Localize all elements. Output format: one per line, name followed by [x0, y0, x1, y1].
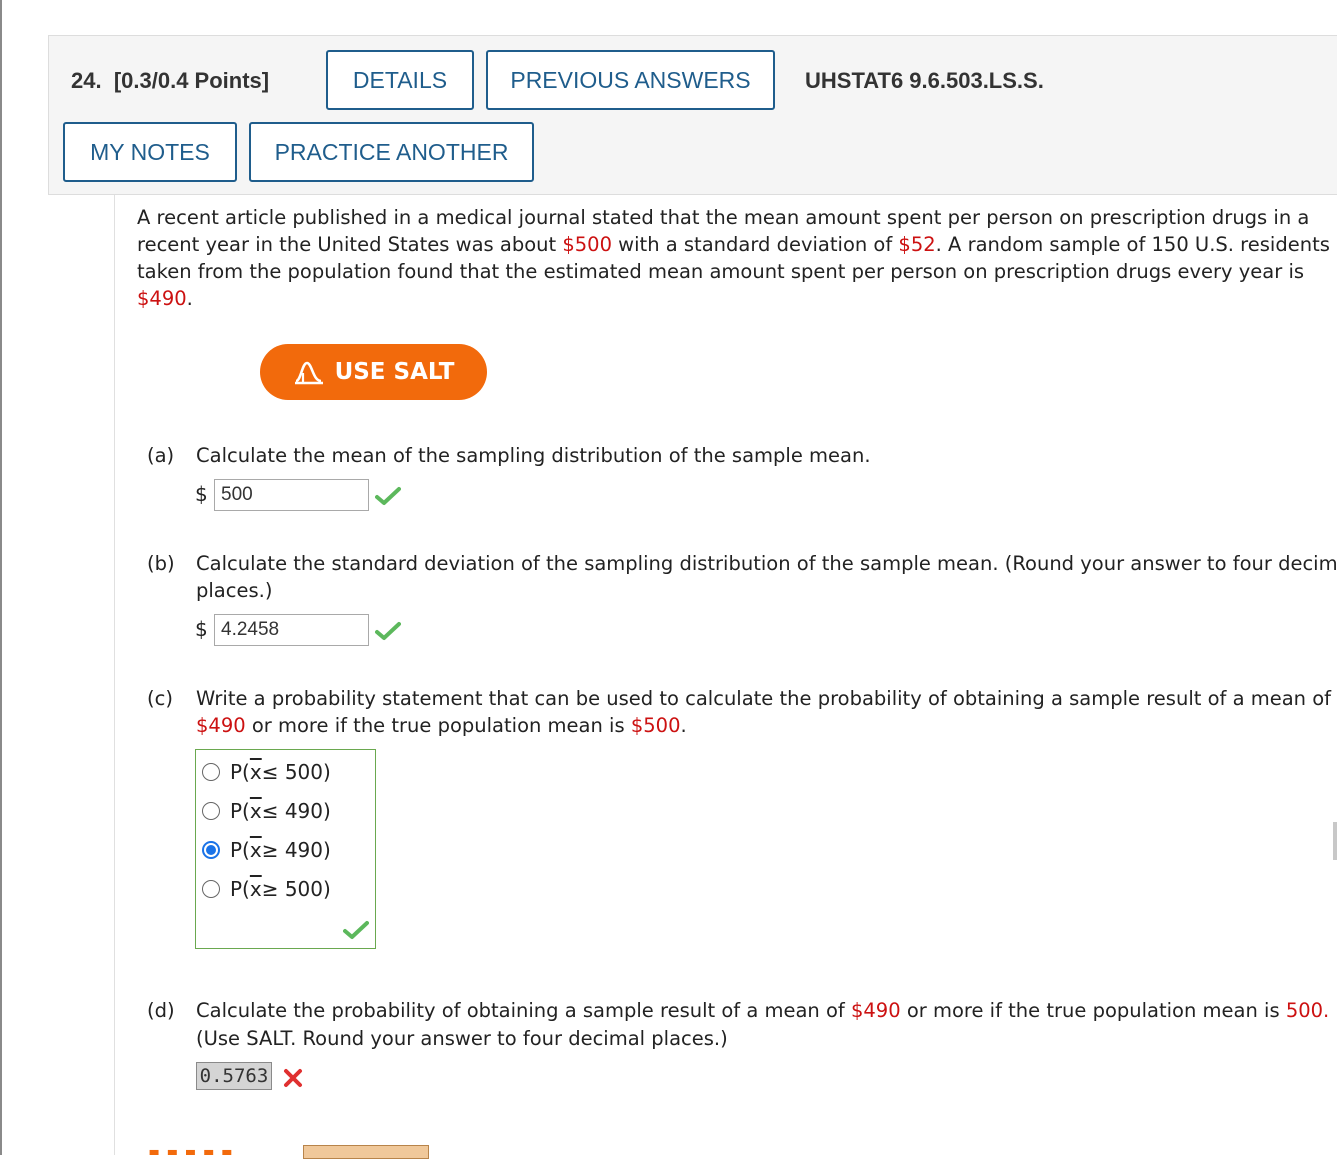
- my-notes-button[interactable]: MY NOTES: [63, 122, 237, 182]
- details-button[interactable]: DETAILS: [326, 50, 474, 110]
- part-a-label: (a): [147, 444, 175, 467]
- part-d-label: (d): [147, 999, 175, 1022]
- problem-code: UHSTAT6 9.6.503.LS.S.: [805, 68, 1044, 93]
- part-b-answer-input[interactable]: [214, 614, 369, 646]
- radio-button[interactable]: [202, 763, 220, 781]
- part-c-label: (c): [147, 687, 173, 710]
- salt-curve-icon: [294, 361, 323, 385]
- part-d-question-line1: Calculate the probability of obtaining a…: [196, 999, 1330, 1022]
- part-b-question-line2: places.): [196, 579, 273, 602]
- part-a-answer-input[interactable]: [214, 479, 369, 511]
- part-b-correct-check-icon: [375, 622, 401, 640]
- practice-another-button[interactable]: PRACTICE ANOTHER: [249, 122, 534, 182]
- part-c-option-3[interactable]: P(x ≥ 490): [202, 838, 331, 862]
- content-divider: [114, 195, 115, 1155]
- part-c-option-1[interactable]: P(x ≤ 500): [202, 760, 331, 784]
- part-c-question-line2: $490 or more if the true population mean…: [196, 714, 687, 737]
- sample-mean-value: $490: [137, 287, 187, 310]
- question-number: 24. [0.3/0.4 Points]: [71, 68, 270, 93]
- part-a-correct-check-icon: [375, 487, 401, 505]
- mean-value: $500: [562, 233, 612, 256]
- part-d-answer: 0.5763: [196, 1062, 272, 1090]
- radio-button-selected[interactable]: [202, 841, 220, 859]
- points-label: [0.3/0.4 Points]: [113, 68, 270, 93]
- part-a-question: Calculate the mean of the sampling distr…: [196, 444, 871, 467]
- use-salt-button[interactable]: USE SALT: [260, 344, 487, 400]
- question-header: 24. [0.3/0.4 Points] DETAILS PREVIOUS AN…: [48, 35, 1337, 195]
- radio-button[interactable]: [202, 802, 220, 820]
- left-border: [0, 0, 2, 1155]
- part-b-question-line1: Calculate the standard deviation of the …: [196, 552, 1337, 575]
- scrollbar-thumb[interactable]: [1333, 822, 1337, 860]
- part-a-currency: $: [195, 482, 208, 506]
- sd-value: $52: [898, 233, 936, 256]
- need-help-label-cutoff: ▪▪▪▪▪: [148, 1143, 239, 1155]
- problem-statement: A recent article published in a medical …: [137, 206, 1330, 310]
- part-d-question-line2: (Use SALT. Round your answer to four dec…: [196, 1027, 728, 1050]
- radio-button[interactable]: [202, 880, 220, 898]
- help-button-cutoff[interactable]: [303, 1145, 429, 1159]
- previous-answers-button[interactable]: PREVIOUS ANSWERS: [486, 50, 775, 110]
- part-b-currency: $: [195, 617, 208, 641]
- part-b-label: (b): [147, 552, 175, 575]
- part-c-option-2[interactable]: P(x ≤ 490): [202, 799, 331, 823]
- part-d-incorrect-x-icon: [284, 1069, 302, 1087]
- part-c-question-line1: Write a probability statement that can b…: [196, 687, 1332, 710]
- part-c-correct-check-icon: [343, 921, 369, 939]
- part-c-option-4[interactable]: P(x ≥ 500): [202, 877, 331, 901]
